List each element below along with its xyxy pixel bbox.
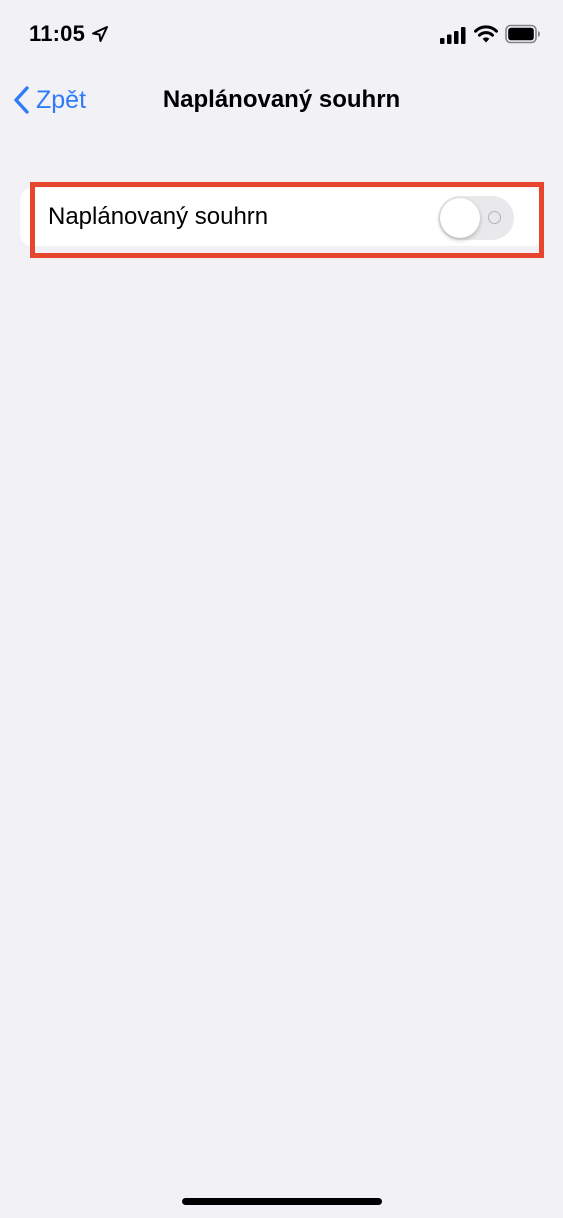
settings-group: Naplánovaný souhrn [20, 188, 543, 246]
battery-icon [505, 24, 540, 44]
setting-row-scheduled-summary: Naplánovaný souhrn [20, 188, 543, 246]
location-arrow-icon [92, 26, 108, 42]
toggle-off-circle-icon [488, 211, 501, 224]
scheduled-summary-toggle[interactable] [438, 196, 514, 240]
status-time: 11:05 [29, 21, 86, 46]
toggle-knob [440, 198, 480, 238]
status-bar: 11:05 [0, 0, 563, 70]
cellular-signal-icon [440, 27, 466, 44]
navigation-bar: Zpět Naplánovaný souhrn [0, 70, 563, 130]
page-title: Naplánovaný souhrn [162, 86, 401, 113]
home-indicator[interactable] [182, 1198, 382, 1205]
setting-label: Naplánovaný souhrn [48, 203, 269, 230]
wifi-icon [474, 25, 498, 43]
